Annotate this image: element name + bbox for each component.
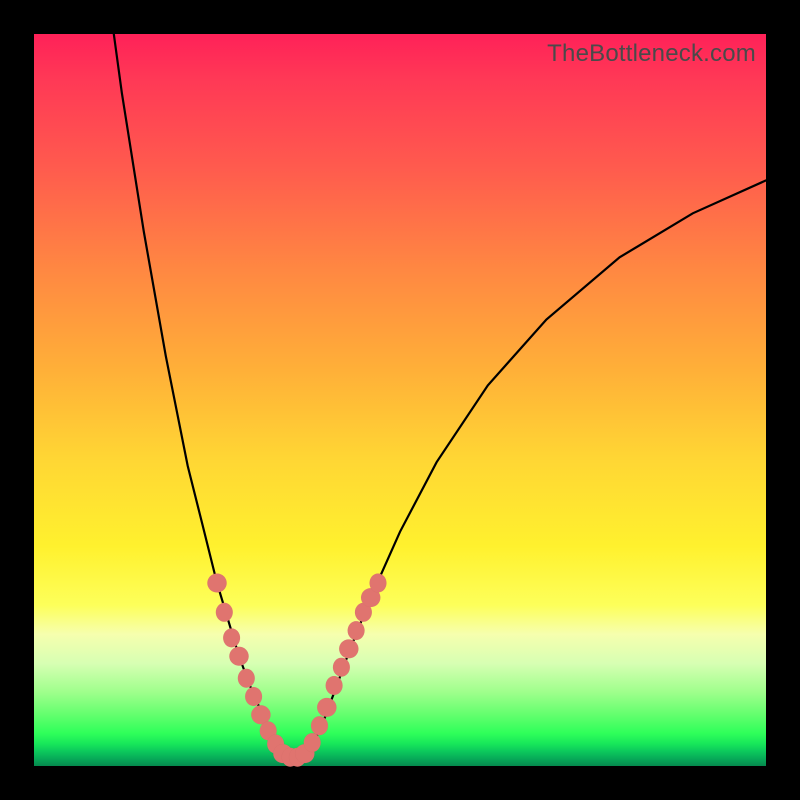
curve-marker [229, 647, 248, 666]
curve-marker [311, 716, 328, 735]
curve-marker [238, 669, 255, 688]
curve-marker [333, 658, 350, 677]
chart-svg [34, 34, 766, 766]
curve-marker [216, 603, 233, 622]
curve-marker [348, 621, 365, 640]
plot-area: TheBottleneck.com [34, 34, 766, 766]
chart-frame: TheBottleneck.com [0, 0, 800, 800]
curve-marker [223, 628, 240, 647]
curve-marker [326, 676, 343, 695]
curve-marker [339, 639, 358, 658]
curve-right-branch [305, 180, 766, 756]
curve-marker [245, 687, 262, 706]
marker-group [207, 574, 386, 767]
curve-left-branch [114, 34, 283, 757]
curve-marker [207, 574, 226, 593]
curve-marker [317, 698, 336, 717]
curve-marker [370, 574, 387, 593]
curve-marker [304, 733, 321, 752]
